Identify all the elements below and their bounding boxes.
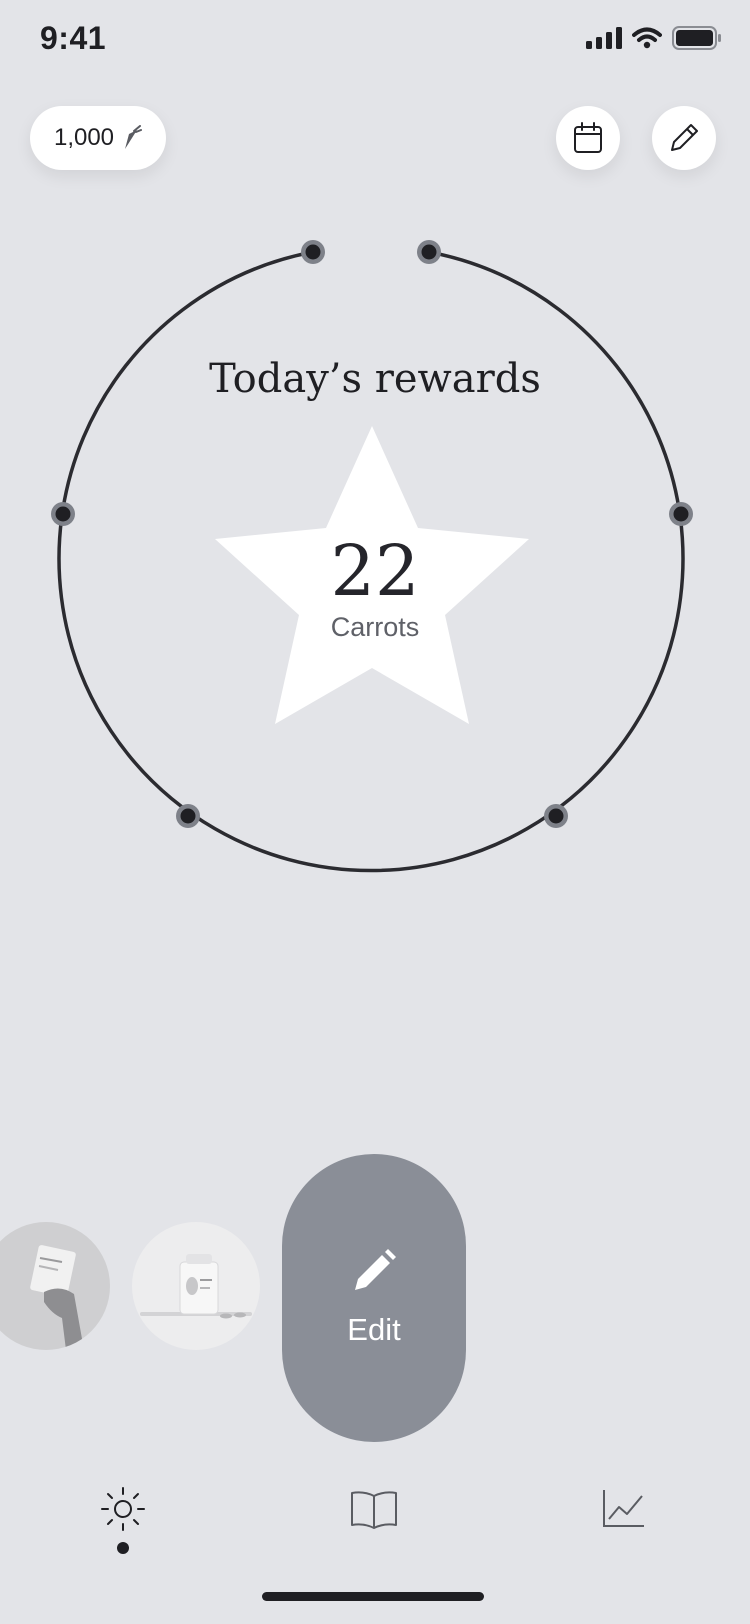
ring-node[interactable] (176, 804, 200, 828)
tab-progress[interactable] (602, 1488, 646, 1533)
edit-label: Edit (347, 1312, 401, 1347)
ring-node[interactable] (417, 240, 441, 264)
ring-node[interactable] (51, 502, 75, 526)
thumbnail-supplement-bottle[interactable] (132, 1222, 260, 1350)
hand-card-image (30, 1245, 84, 1350)
pencil-icon (355, 1249, 396, 1290)
book-icon (351, 1491, 397, 1529)
edit-button[interactable]: Edit (282, 1154, 466, 1442)
ring-node[interactable] (669, 502, 693, 526)
ring-node[interactable] (544, 804, 568, 828)
bottle-image (140, 1254, 252, 1319)
tab-today[interactable] (100, 1486, 146, 1537)
sun-icon (101, 1487, 145, 1531)
home-indicator (262, 1592, 484, 1601)
rewards-unit: Carrots (330, 612, 420, 642)
rewards-title: Today’s rewards (209, 356, 541, 402)
ring-node[interactable] (301, 240, 325, 264)
tab-journal[interactable] (350, 1490, 398, 1535)
rewards-ring (51, 240, 693, 873)
active-tab-indicator (117, 1542, 129, 1554)
thumbnail-hand-card[interactable] (0, 1222, 110, 1350)
rewards-count: 22 (330, 530, 420, 612)
chart-icon (603, 1490, 644, 1527)
